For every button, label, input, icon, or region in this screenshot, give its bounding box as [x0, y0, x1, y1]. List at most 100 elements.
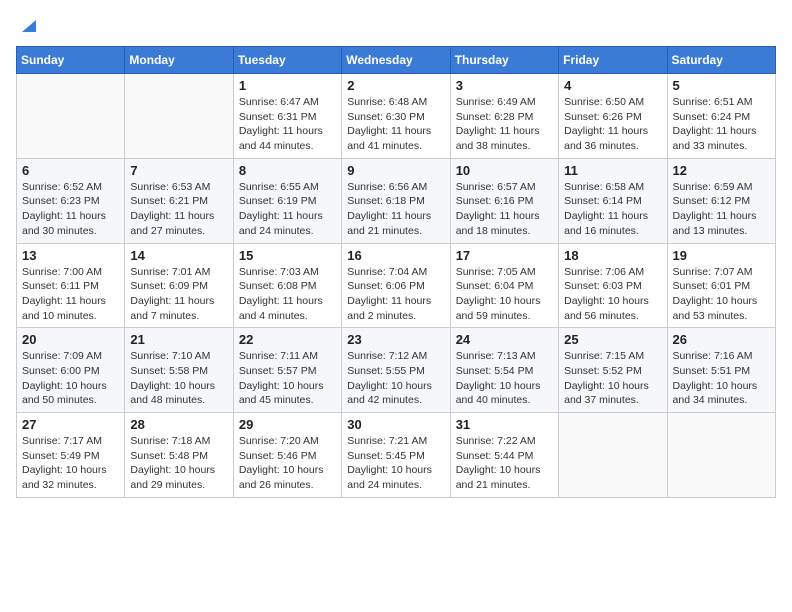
day-info: Sunrise: 7:10 AMSunset: 5:58 PMDaylight:… — [130, 349, 227, 408]
calendar-cell: 11 Sunrise: 6:58 AMSunset: 6:14 PMDayligh… — [559, 158, 667, 243]
calendar-header-row: SundayMondayTuesdayWednesdayThursdayFrid… — [17, 47, 776, 74]
day-info: Sunrise: 7:05 AMSunset: 6:04 PMDaylight:… — [456, 265, 553, 324]
calendar-week-2: 6 Sunrise: 6:52 AMSunset: 6:23 PMDaylight… — [17, 158, 776, 243]
day-info: Sunrise: 7:11 AMSunset: 5:57 PMDaylight:… — [239, 349, 336, 408]
calendar-cell: 1 Sunrise: 6:47 AMSunset: 6:31 PMDaylight… — [233, 74, 341, 159]
day-number: 17 — [456, 248, 553, 263]
day-number: 11 — [564, 163, 661, 178]
calendar-header-thursday: Thursday — [450, 47, 558, 74]
day-info: Sunrise: 6:49 AMSunset: 6:28 PMDaylight:… — [456, 95, 553, 154]
day-info: Sunrise: 6:53 AMSunset: 6:21 PMDaylight:… — [130, 180, 227, 239]
calendar-cell: 3 Sunrise: 6:49 AMSunset: 6:28 PMDaylight… — [450, 74, 558, 159]
calendar-cell: 25 Sunrise: 7:15 AMSunset: 5:52 PMDayligh… — [559, 328, 667, 413]
calendar-header-monday: Monday — [125, 47, 233, 74]
calendar-cell — [667, 413, 775, 498]
day-info: Sunrise: 6:51 AMSunset: 6:24 PMDaylight:… — [673, 95, 770, 154]
day-info: Sunrise: 6:56 AMSunset: 6:18 PMDaylight:… — [347, 180, 444, 239]
calendar-cell: 15 Sunrise: 7:03 AMSunset: 6:08 PMDayligh… — [233, 243, 341, 328]
calendar-cell: 13 Sunrise: 7:00 AMSunset: 6:11 PMDayligh… — [17, 243, 125, 328]
day-number: 2 — [347, 78, 444, 93]
day-number: 27 — [22, 417, 119, 432]
calendar-header-sunday: Sunday — [17, 47, 125, 74]
day-number: 20 — [22, 332, 119, 347]
calendar-cell: 17 Sunrise: 7:05 AMSunset: 6:04 PMDayligh… — [450, 243, 558, 328]
calendar-header-saturday: Saturday — [667, 47, 775, 74]
day-info: Sunrise: 6:47 AMSunset: 6:31 PMDaylight:… — [239, 95, 336, 154]
day-number: 22 — [239, 332, 336, 347]
day-number: 24 — [456, 332, 553, 347]
calendar-table: SundayMondayTuesdayWednesdayThursdayFrid… — [16, 46, 776, 498]
calendar-cell: 27 Sunrise: 7:17 AMSunset: 5:49 PMDayligh… — [17, 413, 125, 498]
calendar-cell: 12 Sunrise: 6:59 AMSunset: 6:12 PMDayligh… — [667, 158, 775, 243]
day-number: 15 — [239, 248, 336, 263]
calendar-cell: 10Sunrise: 6:57 AMSunset: 6:16 PMDayligh… — [450, 158, 558, 243]
calendar-week-3: 13 Sunrise: 7:00 AMSunset: 6:11 PMDayligh… — [17, 243, 776, 328]
day-number: 7 — [130, 163, 227, 178]
day-info: Sunrise: 7:21 AMSunset: 5:45 PMDaylight:… — [347, 434, 444, 493]
day-info: Sunrise: 7:15 AMSunset: 5:52 PMDaylight:… — [564, 349, 661, 408]
day-number: 21 — [130, 332, 227, 347]
calendar-week-1: 1 Sunrise: 6:47 AMSunset: 6:31 PMDaylight… — [17, 74, 776, 159]
day-number: 16 — [347, 248, 444, 263]
calendar-cell: 4 Sunrise: 6:50 AMSunset: 6:26 PMDaylight… — [559, 74, 667, 159]
calendar-cell: 5 Sunrise: 6:51 AMSunset: 6:24 PMDaylight… — [667, 74, 775, 159]
calendar-header-friday: Friday — [559, 47, 667, 74]
calendar-week-5: 27 Sunrise: 7:17 AMSunset: 5:49 PMDayligh… — [17, 413, 776, 498]
day-info: Sunrise: 7:06 AMSunset: 6:03 PMDaylight:… — [564, 265, 661, 324]
calendar-cell: 29Sunrise: 7:20 AMSunset: 5:46 PMDayligh… — [233, 413, 341, 498]
calendar-cell — [559, 413, 667, 498]
calendar-cell: 26Sunrise: 7:16 AMSunset: 5:51 PMDayligh… — [667, 328, 775, 413]
calendar-cell: 8Sunrise: 6:55 AMSunset: 6:19 PMDaylight… — [233, 158, 341, 243]
day-number: 6 — [22, 163, 119, 178]
day-number: 31 — [456, 417, 553, 432]
calendar-header-wednesday: Wednesday — [342, 47, 450, 74]
calendar-week-4: 20 Sunrise: 7:09 AMSunset: 6:00 PMDayligh… — [17, 328, 776, 413]
calendar-cell: 18 Sunrise: 7:06 AMSunset: 6:03 PMDayligh… — [559, 243, 667, 328]
calendar-cell: 16 Sunrise: 7:04 AMSunset: 6:06 PMDayligh… — [342, 243, 450, 328]
day-number: 19 — [673, 248, 770, 263]
calendar-cell: 23Sunrise: 7:12 AMSunset: 5:55 PMDayligh… — [342, 328, 450, 413]
day-info: Sunrise: 7:16 AMSunset: 5:51 PMDaylight:… — [673, 349, 770, 408]
day-info: Sunrise: 7:09 AMSunset: 6:00 PMDaylight:… — [22, 349, 119, 408]
calendar-cell: 31 Sunrise: 7:22 AMSunset: 5:44 PMDayligh… — [450, 413, 558, 498]
day-number: 25 — [564, 332, 661, 347]
day-number: 12 — [673, 163, 770, 178]
calendar-cell: 30 Sunrise: 7:21 AMSunset: 5:45 PMDayligh… — [342, 413, 450, 498]
calendar-cell — [17, 74, 125, 159]
calendar-cell — [125, 74, 233, 159]
calendar-cell: 14Sunrise: 7:01 AMSunset: 6:09 PMDayligh… — [125, 243, 233, 328]
calendar-cell: 28Sunrise: 7:18 AMSunset: 5:48 PMDayligh… — [125, 413, 233, 498]
day-info: Sunrise: 7:20 AMSunset: 5:46 PMDaylight:… — [239, 434, 336, 493]
logo-icon — [18, 16, 36, 34]
day-info: Sunrise: 7:03 AMSunset: 6:08 PMDaylight:… — [239, 265, 336, 324]
day-info: Sunrise: 7:22 AMSunset: 5:44 PMDaylight:… — [456, 434, 553, 493]
day-info: Sunrise: 6:50 AMSunset: 6:26 PMDaylight:… — [564, 95, 661, 154]
day-info: Sunrise: 7:17 AMSunset: 5:49 PMDaylight:… — [22, 434, 119, 493]
day-info: Sunrise: 6:48 AMSunset: 6:30 PMDaylight:… — [347, 95, 444, 154]
day-number: 13 — [22, 248, 119, 263]
day-info: Sunrise: 6:58 AMSunset: 6:14 PMDaylight:… — [564, 180, 661, 239]
calendar-cell: 2 Sunrise: 6:48 AMSunset: 6:30 PMDaylight… — [342, 74, 450, 159]
day-number: 5 — [673, 78, 770, 93]
day-info: Sunrise: 7:00 AMSunset: 6:11 PMDaylight:… — [22, 265, 119, 324]
calendar-cell: 6 Sunrise: 6:52 AMSunset: 6:23 PMDaylight… — [17, 158, 125, 243]
day-info: Sunrise: 6:59 AMSunset: 6:12 PMDaylight:… — [673, 180, 770, 239]
day-info: Sunrise: 6:52 AMSunset: 6:23 PMDaylight:… — [22, 180, 119, 239]
day-number: 18 — [564, 248, 661, 263]
day-number: 3 — [456, 78, 553, 93]
day-info: Sunrise: 7:13 AMSunset: 5:54 PMDaylight:… — [456, 349, 553, 408]
day-number: 14 — [130, 248, 227, 263]
day-number: 8 — [239, 163, 336, 178]
day-number: 1 — [239, 78, 336, 93]
day-number: 4 — [564, 78, 661, 93]
calendar-cell: 19 Sunrise: 7:07 AMSunset: 6:01 PMDayligh… — [667, 243, 775, 328]
day-number: 23 — [347, 332, 444, 347]
page-header — [16, 16, 776, 36]
calendar-cell: 20 Sunrise: 7:09 AMSunset: 6:00 PMDayligh… — [17, 328, 125, 413]
day-info: Sunrise: 7:07 AMSunset: 6:01 PMDaylight:… — [673, 265, 770, 324]
calendar-cell: 7 Sunrise: 6:53 AMSunset: 6:21 PMDaylight… — [125, 158, 233, 243]
day-number: 28 — [130, 417, 227, 432]
calendar-cell: 21 Sunrise: 7:10 AMSunset: 5:58 PMDayligh… — [125, 328, 233, 413]
day-number: 30 — [347, 417, 444, 432]
day-info: Sunrise: 7:04 AMSunset: 6:06 PMDaylight:… — [347, 265, 444, 324]
